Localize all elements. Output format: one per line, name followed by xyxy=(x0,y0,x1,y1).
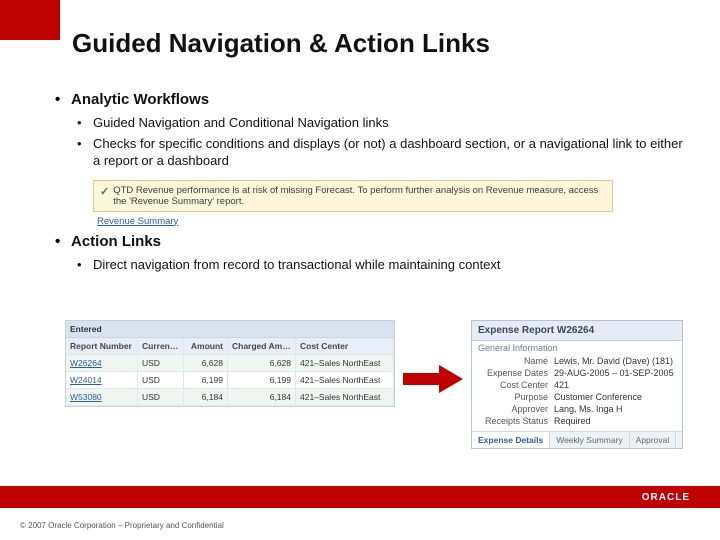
tab-approval[interactable]: Approval xyxy=(630,432,677,448)
detail-field: Expense Dates 29-AUG-2005 – 01-SEP-2005 xyxy=(472,367,682,379)
slide-body: Analytic Workflows Guided Navigation and… xyxy=(55,85,690,276)
cell-cost-center: 421–Sales NorthEast xyxy=(296,372,394,389)
col-cost-center: Cost Center xyxy=(296,338,394,355)
field-label: Approver xyxy=(478,404,548,414)
field-label: Purpose xyxy=(478,392,548,402)
tab-weekly-summary[interactable]: Weekly Summary xyxy=(550,432,629,448)
col-amount: Amount xyxy=(184,338,228,355)
bullet-direct-nav: Direct navigation from record to transac… xyxy=(77,256,690,274)
brand-corner xyxy=(0,0,60,40)
alert-text: QTD Revenue performance is at risk of mi… xyxy=(113,185,606,207)
expense-table: Entered Report Number Currency Amount Ch… xyxy=(65,320,395,407)
detail-field: Approver Lang, Ms. Inga H xyxy=(472,403,682,415)
detail-subheader: General Information xyxy=(472,341,682,355)
field-value: Lang, Ms. Inga H xyxy=(554,404,676,414)
cell-cost-center: 421–Sales NorthEast xyxy=(296,355,394,372)
detail-field: Name Lewis, Mr. David (Dave) (181) xyxy=(472,355,682,367)
detail-field: Receipts Status Required xyxy=(472,415,682,427)
cell-currency: USD xyxy=(138,389,184,406)
field-value: Customer Conference xyxy=(554,392,676,402)
report-number-link[interactable]: W53080 xyxy=(66,389,138,406)
bullet-guided-nav: Guided Navigation and Conditional Naviga… xyxy=(77,114,690,132)
figure-row: Entered Report Number Currency Amount Ch… xyxy=(65,320,700,449)
cell-currency: USD xyxy=(138,372,184,389)
oracle-logo: ORACLE xyxy=(642,492,690,503)
revenue-summary-link[interactable]: Revenue Summary xyxy=(97,216,690,227)
field-value: 421 xyxy=(554,380,676,390)
expense-detail-panel: Expense Report W26264 General Informatio… xyxy=(471,320,683,449)
slide-title: Guided Navigation & Action Links xyxy=(72,28,490,59)
field-label: Receipts Status xyxy=(478,416,548,426)
cell-charged-amount: 6,628 xyxy=(228,355,296,372)
section-heading-analytic: Analytic Workflows xyxy=(55,91,690,108)
tab-expense-details[interactable]: Expense Details xyxy=(472,432,550,448)
field-label: Cost Center xyxy=(478,380,548,390)
report-number-link[interactable]: W24014 xyxy=(66,372,138,389)
bullet-conditions: Checks for specific conditions and displ… xyxy=(77,135,690,170)
cell-charged-amount: 6,184 xyxy=(228,389,296,406)
cell-amount: 6,628 xyxy=(184,355,228,372)
col-report-number: Report Number xyxy=(66,338,138,355)
section-heading-action: Action Links xyxy=(55,233,690,250)
detail-title: Expense Report W26264 xyxy=(472,321,682,341)
field-value: 29-AUG-2005 – 01-SEP-2005 xyxy=(554,368,676,378)
arrow-icon xyxy=(403,365,463,393)
field-value: Required xyxy=(554,416,676,426)
col-currency: Currency xyxy=(138,338,184,355)
field-label: Expense Dates xyxy=(478,368,548,378)
field-value: Lewis, Mr. David (Dave) (181) xyxy=(554,356,676,366)
cell-currency: USD xyxy=(138,355,184,372)
check-icon: ✓ xyxy=(100,185,109,198)
table-row: W26264 USD 6,628 6,628 421–Sales NorthEa… xyxy=(66,355,394,372)
detail-field: Purpose Customer Conference xyxy=(472,391,682,403)
cell-charged-amount: 6,199 xyxy=(228,372,296,389)
cell-amount: 6,199 xyxy=(184,372,228,389)
guided-nav-alert: ✓ QTD Revenue performance is at risk of … xyxy=(93,180,613,212)
cell-amount: 6,184 xyxy=(184,389,228,406)
report-number-link[interactable]: W26264 xyxy=(66,355,138,372)
copyright-footer: © 2007 Oracle Corporation – Proprietary … xyxy=(20,521,224,530)
field-label: Name xyxy=(478,356,548,366)
table-supraheader: Entered xyxy=(66,321,394,338)
table-header-row: Report Number Currency Amount Charged Am… xyxy=(66,338,394,355)
col-charged-amount: Charged Amount xyxy=(228,338,296,355)
detail-field: Cost Center 421 xyxy=(472,379,682,391)
table-row: W24014 USD 6,199 6,199 421–Sales NorthEa… xyxy=(66,372,394,389)
detail-tabs: Expense Details Weekly Summary Approval xyxy=(472,431,682,448)
cell-cost-center: 421–Sales NorthEast xyxy=(296,389,394,406)
footer-bar: ORACLE xyxy=(0,486,720,508)
table-row: W53080 USD 6,184 6,184 421–Sales NorthEa… xyxy=(66,389,394,406)
